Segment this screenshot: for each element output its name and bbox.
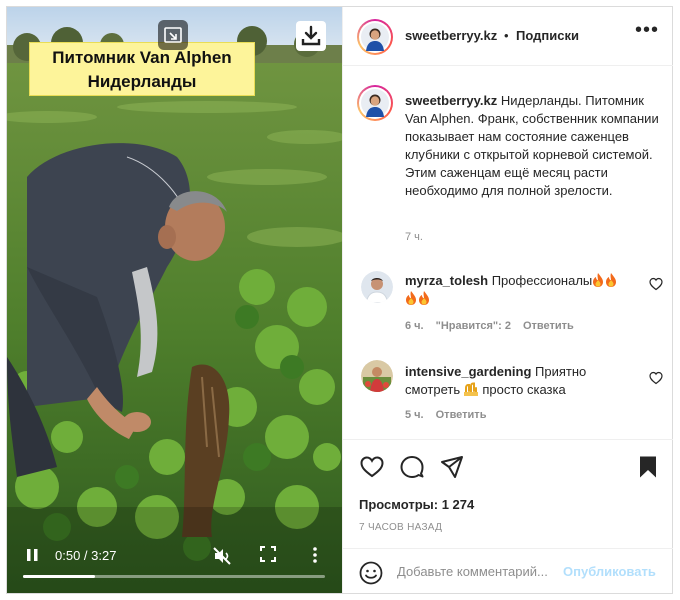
post-actions-section: Просмотры: 1 274 7 ЧАСОВ НАЗАД Опубликов… [343,439,673,593]
comment-likes-count[interactable]: "Нравится": 2 [436,320,511,332]
pause-button[interactable] [25,546,41,564]
video-progress-fill [23,575,96,578]
comment-meta: 5 ч. Ответить [405,409,498,421]
separator-dot: • [504,28,509,43]
comment-body: Профессионалы [488,273,593,288]
comment-like-icon[interactable] [649,277,663,291]
caption-timestamp[interactable]: 7 ч. [405,231,423,243]
avatar-story-ring[interactable] [357,19,393,55]
comment-input[interactable] [397,558,563,584]
mute-button[interactable] [211,545,233,567]
raising-hands-emoji-icon [463,382,478,396]
share-icon[interactable] [439,454,465,480]
comment-avatar[interactable] [361,360,393,392]
reply-button[interactable]: Ответить [523,320,574,332]
post-details-panel: sweetberryy.kz • Подписки ••• sweetberry… [342,7,673,593]
avatar [361,23,389,51]
more-options-button[interactable] [312,546,318,564]
comment-body-continued: просто сказка [478,382,566,397]
caption-text: Нидерланды. Питомник Van Alphen. Франк, … [405,93,659,198]
commenter-photo [361,360,393,392]
add-comment-bar: Опубликовать [343,548,673,594]
comment-username[interactable]: myrza_tolesh [405,273,488,288]
commenter-photo [361,271,393,303]
views-count[interactable]: Просмотры: 1 274 [359,497,474,512]
volume-muted-icon [213,547,231,565]
post-date: 7 ЧАСОВ НАЗАД [359,522,443,533]
video-time: 0:50 / 3:27 [55,548,117,563]
comment-meta: 6 ч. "Нравится": 2 Ответить [405,320,586,332]
reply-button[interactable]: Ответить [436,409,487,421]
video-progress-bar[interactable] [23,575,325,578]
caption-avatar-ring[interactable] [357,85,393,121]
comment-time[interactable]: 6 ч. [405,320,424,332]
comment-like-icon[interactable] [649,371,663,385]
comment-text: myrza_tolesh Профессионалы [405,272,640,308]
fire-emoji-icon [606,273,617,287]
fire-emoji-icon [593,273,604,287]
comment-icon[interactable] [399,454,425,480]
caption-username[interactable]: sweetberryy.kz [405,93,497,108]
video-caption: Питомник Van Alphen Нидерланды [29,42,255,96]
publish-button[interactable]: Опубликовать [563,564,656,579]
download-button[interactable] [296,21,326,51]
more-options-icon[interactable]: ••• [635,19,659,42]
comment-username[interactable]: intensive_gardening [405,364,531,379]
video-caption-line1: Питомник Van Alphen [52,48,232,67]
post-dialog: Питомник Van Alphen Нидерланды 0:50 / 3:… [6,6,673,594]
comment-time[interactable]: 5 ч. [405,409,424,421]
pause-icon [27,549,38,561]
fullscreen-button[interactable] [259,545,277,563]
smiley-icon[interactable] [359,561,383,585]
video-controls: 0:50 / 3:27 [7,537,342,593]
fire-emoji-icon [406,291,416,305]
post-author-username[interactable]: sweetberryy.kz [405,28,497,43]
following-button[interactable]: Подписки [516,28,579,43]
fullscreen-icon [260,546,276,562]
video-caption-line2: Нидерланды [87,72,197,91]
more-vertical-icon [313,547,317,563]
fire-emoji-icon [419,291,429,305]
bookmark-icon[interactable] [635,454,661,480]
download-icon [301,25,321,46]
video-player[interactable]: Питомник Van Alphen Нидерланды 0:50 / 3:… [7,7,342,593]
picture-in-picture-icon [164,27,182,43]
post-header: sweetberryy.kz • Подписки ••• [343,7,673,66]
caption-avatar [361,89,389,117]
comment-text: intensive_gardening Приятно смотреть про… [405,363,640,399]
picture-in-picture-button[interactable] [158,20,188,50]
comment-avatar[interactable] [361,271,393,303]
like-icon[interactable] [359,454,385,480]
post-caption: sweetberryy.kz Нидерланды. Питомник Van … [405,92,663,200]
